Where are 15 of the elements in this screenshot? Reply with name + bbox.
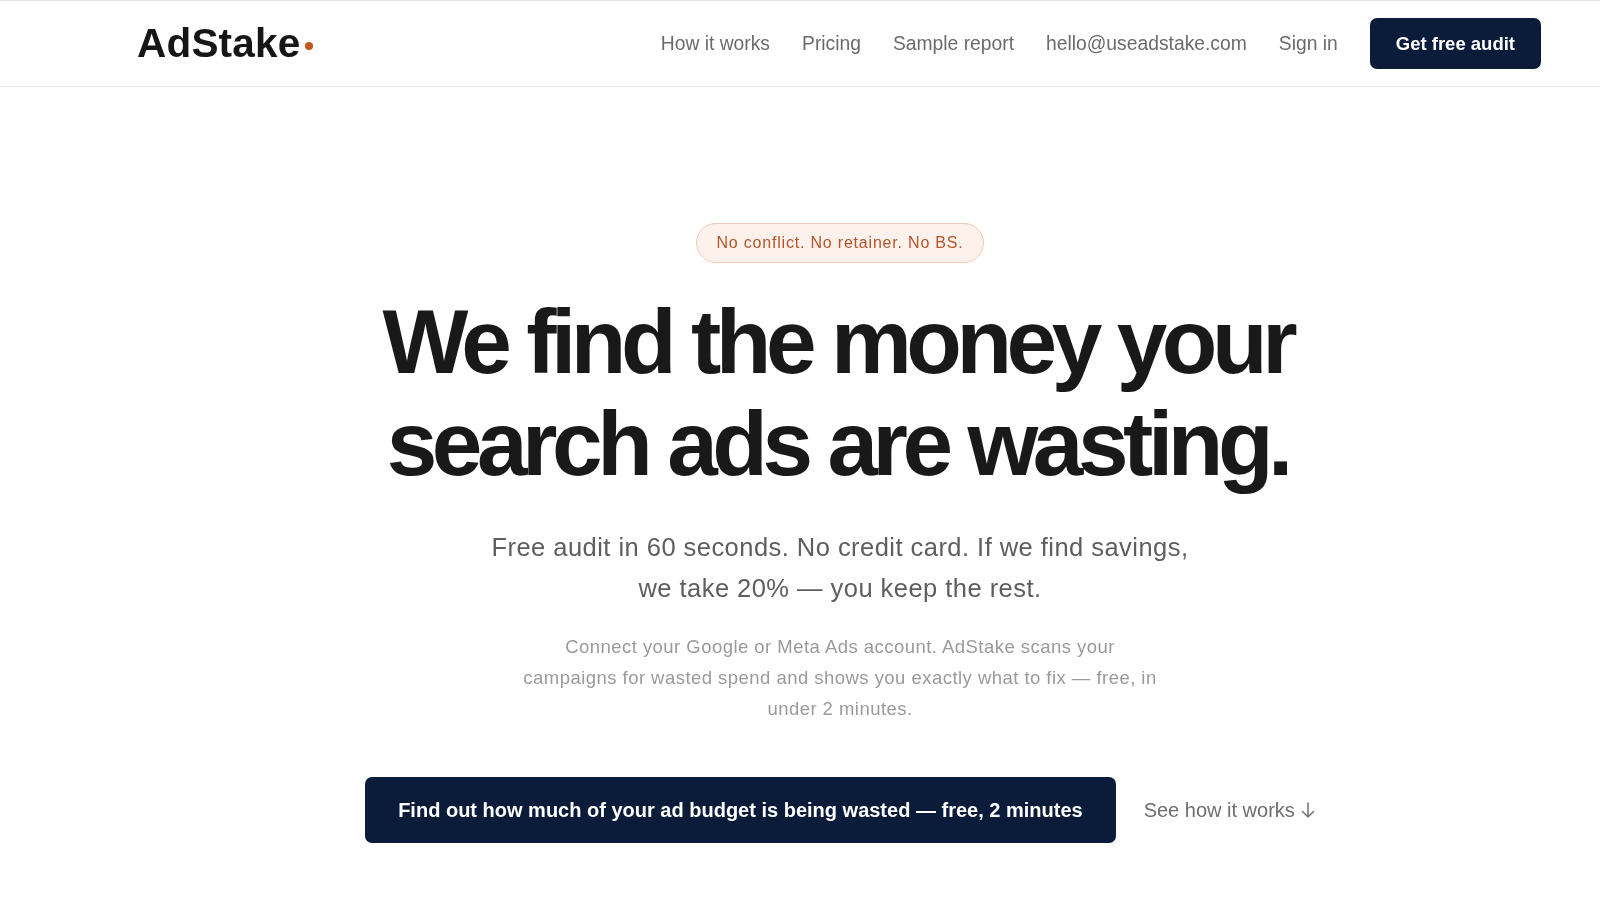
see-how-link[interactable]: See how it works <box>1143 798 1315 822</box>
nav-link[interactable]: Sample report <box>892 32 1015 55</box>
get-audit-button[interactable]: Get free audit <box>1369 18 1541 69</box>
hero-subheadline: Free audit in 60 seconds. No credit card. If we find savings, we take 20% — you keep the rest. <box>491 532 1189 604</box>
nav-link[interactable]: hello@useadstake.com <box>1046 32 1247 55</box>
logo-dot-icon <box>305 41 314 50</box>
hero-description: Connect your Google or Meta Ads account. AdStake scans your campaigns for wasted spend and shows you exactly what to fix — free, in under 2 minutes. <box>523 635 1157 721</box>
nav-link[interactable]: Sign in <box>1278 32 1338 55</box>
nav-link[interactable]: Pricing <box>802 32 861 55</box>
tagline-pill: No conflict. No retainer. No BS. <box>696 223 984 263</box>
arrow-down-icon <box>1300 802 1315 818</box>
audit-cta-button[interactable]: Find out how much of your ad budget is being wasted — free, 2 minutes <box>365 777 1116 843</box>
logo[interactable]: AdStake <box>137 23 314 64</box>
nav-link[interactable]: How it works <box>660 32 770 55</box>
hero-headline: We find the money your search ads are wasting. <box>381 291 1299 495</box>
